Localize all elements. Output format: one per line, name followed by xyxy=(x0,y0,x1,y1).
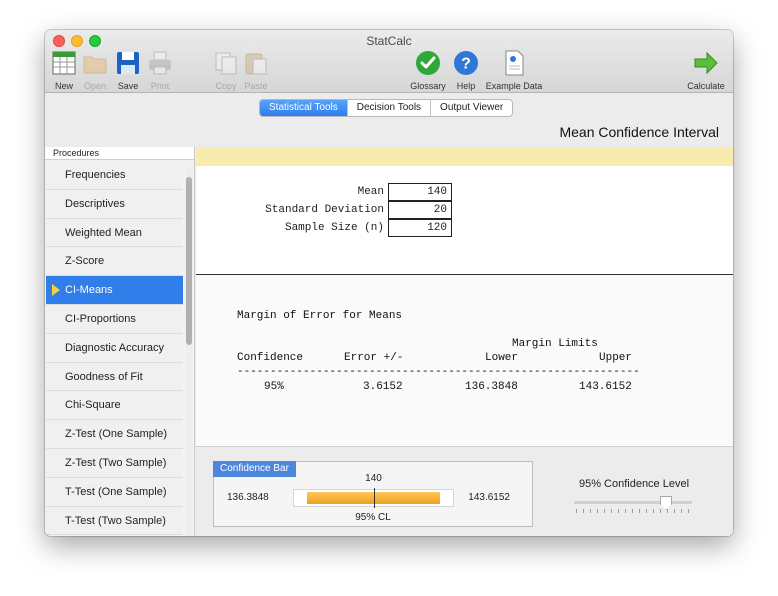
procedure-list: Frequencies Descriptives Weighted Mean Z… xyxy=(46,161,183,536)
toolbar: StatCalc New Open Save Print Copy Paste … xyxy=(45,30,733,93)
floppy-disk-icon xyxy=(115,50,141,76)
confidence-bar-box: Confidence Bar 140 136.3848 143.6152 95%… xyxy=(213,461,533,527)
sd-input[interactable]: 20 xyxy=(388,201,452,219)
confidence-level-slider-knob[interactable] xyxy=(660,496,673,510)
window-title: StatCalc xyxy=(366,34,412,48)
new-button[interactable]: New xyxy=(51,50,77,91)
sd-label: Standard Deviation xyxy=(265,204,384,216)
procedures-sidebar: Procedures Frequencies Descriptives Weig… xyxy=(45,147,195,536)
tab-output-viewer[interactable]: Output Viewer xyxy=(431,100,512,116)
confidence-bar-center: 140 xyxy=(365,473,382,484)
clipboard-icon xyxy=(243,50,269,76)
sidebar-scroll-thumb[interactable] xyxy=(186,177,192,345)
sidebar-item-label: CI-Means xyxy=(65,284,113,297)
mean-input[interactable]: 140 xyxy=(388,183,452,201)
sidebar-item-chi-square[interactable]: Chi-Square xyxy=(46,391,183,421)
tab-statistical-tools[interactable]: Statistical Tools xyxy=(260,100,348,116)
help-button[interactable]: ? Help xyxy=(453,50,479,91)
sd-row: Standard Deviation 20 xyxy=(196,201,733,219)
selection-arrow-icon xyxy=(52,284,60,297)
mean-label: Mean xyxy=(357,186,384,198)
folder-icon xyxy=(82,50,108,76)
printer-icon xyxy=(147,50,173,76)
copy-icon xyxy=(213,50,239,76)
bottom-panel: Confidence Bar 140 136.3848 143.6152 95%… xyxy=(196,446,733,536)
table-divider: ----------------------------------------… xyxy=(237,366,640,378)
copy-button[interactable]: Copy xyxy=(213,50,239,91)
sidebar-item-t-test-two-sample[interactable]: T-Test (Two Sample) xyxy=(46,506,183,536)
confidence-bar-center-marker xyxy=(373,488,375,508)
sidebar-item-z-score[interactable]: Z-Score xyxy=(46,247,183,277)
n-row: Sample Size (n) 120 xyxy=(196,219,733,237)
info-strip xyxy=(196,147,733,166)
sidebar-item-frequencies[interactable]: Frequencies xyxy=(46,161,183,190)
output-heading: Margin of Error for Means xyxy=(237,310,403,322)
output-panel: Margin of Error for Means Margin Limits … xyxy=(196,275,733,445)
question-mark-icon: ? xyxy=(453,50,479,76)
open-button[interactable]: Open xyxy=(82,50,108,91)
spreadsheet-icon xyxy=(51,50,77,76)
glossary-button[interactable]: Glossary xyxy=(410,50,446,91)
arrow-right-icon xyxy=(693,50,719,76)
cell-confidence: 95% xyxy=(264,381,284,393)
sidebar-header: Procedures xyxy=(45,147,194,160)
sidebar-item-descriptives[interactable]: Descriptives xyxy=(46,189,183,219)
print-button[interactable]: Print xyxy=(147,50,173,91)
mean-row: Mean 140 xyxy=(196,183,733,201)
example-data-button[interactable]: Example Data xyxy=(485,50,543,91)
col-upper: Upper xyxy=(599,352,633,364)
page-title: Mean Confidence Interval xyxy=(559,124,719,140)
view-tabs: Statistical Tools Decision Tools Output … xyxy=(259,99,514,117)
sidebar-item-diagnostic-accuracy[interactable]: Diagnostic Accuracy xyxy=(46,333,183,363)
confidence-bar-lower: 136.3848 xyxy=(227,492,269,503)
confidence-bar-track xyxy=(293,488,454,508)
statcalc-window: StatCalc New Open Save Print Copy Paste … xyxy=(45,30,733,536)
sidebar-scrollbar[interactable] xyxy=(185,161,193,536)
cell-lower: 136.3848 xyxy=(465,381,518,393)
col-lower: Lower xyxy=(485,352,519,364)
slider-ticks xyxy=(576,509,690,513)
save-button[interactable]: Save xyxy=(115,50,141,91)
document-icon xyxy=(501,50,527,76)
col-error: Error +/- xyxy=(344,352,404,364)
main-content: Mean 140 Standard Deviation 20 Sample Si… xyxy=(196,147,733,536)
sidebar-item-z-test-two-sample[interactable]: Z-Test (Two Sample) xyxy=(46,448,183,478)
calculate-button[interactable]: Calculate xyxy=(686,50,726,91)
confidence-level-label: 95% Confidence Level xyxy=(578,478,690,490)
sidebar-item-z-test-one-sample[interactable]: Z-Test (One Sample) xyxy=(46,420,183,449)
margin-limits-header: Margin Limits xyxy=(512,338,598,350)
col-confidence: Confidence xyxy=(237,352,304,364)
sidebar-item-ci-means[interactable]: CI-Means xyxy=(46,276,183,305)
svg-text:?: ? xyxy=(461,56,471,73)
sidebar-item-weighted-mean[interactable]: Weighted Mean xyxy=(46,218,183,248)
checkmark-icon xyxy=(415,50,441,76)
sidebar-item-ci-proportions[interactable]: CI-Proportions xyxy=(46,304,183,334)
confidence-bar-upper: 143.6152 xyxy=(468,492,510,503)
sidebar-item-goodness-of-fit[interactable]: Goodness of Fit xyxy=(46,362,183,392)
sample-size-input[interactable]: 120 xyxy=(388,219,452,237)
cell-error: 3.6152 xyxy=(363,381,403,393)
tab-decision-tools[interactable]: Decision Tools xyxy=(348,100,432,116)
paste-button[interactable]: Paste xyxy=(243,50,269,91)
sample-size-label: Sample Size (n) xyxy=(284,222,384,234)
sidebar-item-t-test-one-sample[interactable]: T-Test (One Sample) xyxy=(46,477,183,507)
confidence-level-slider[interactable] xyxy=(574,501,692,504)
confidence-bar-cl: 95% CL xyxy=(355,512,391,523)
cell-upper: 143.6152 xyxy=(579,381,632,393)
